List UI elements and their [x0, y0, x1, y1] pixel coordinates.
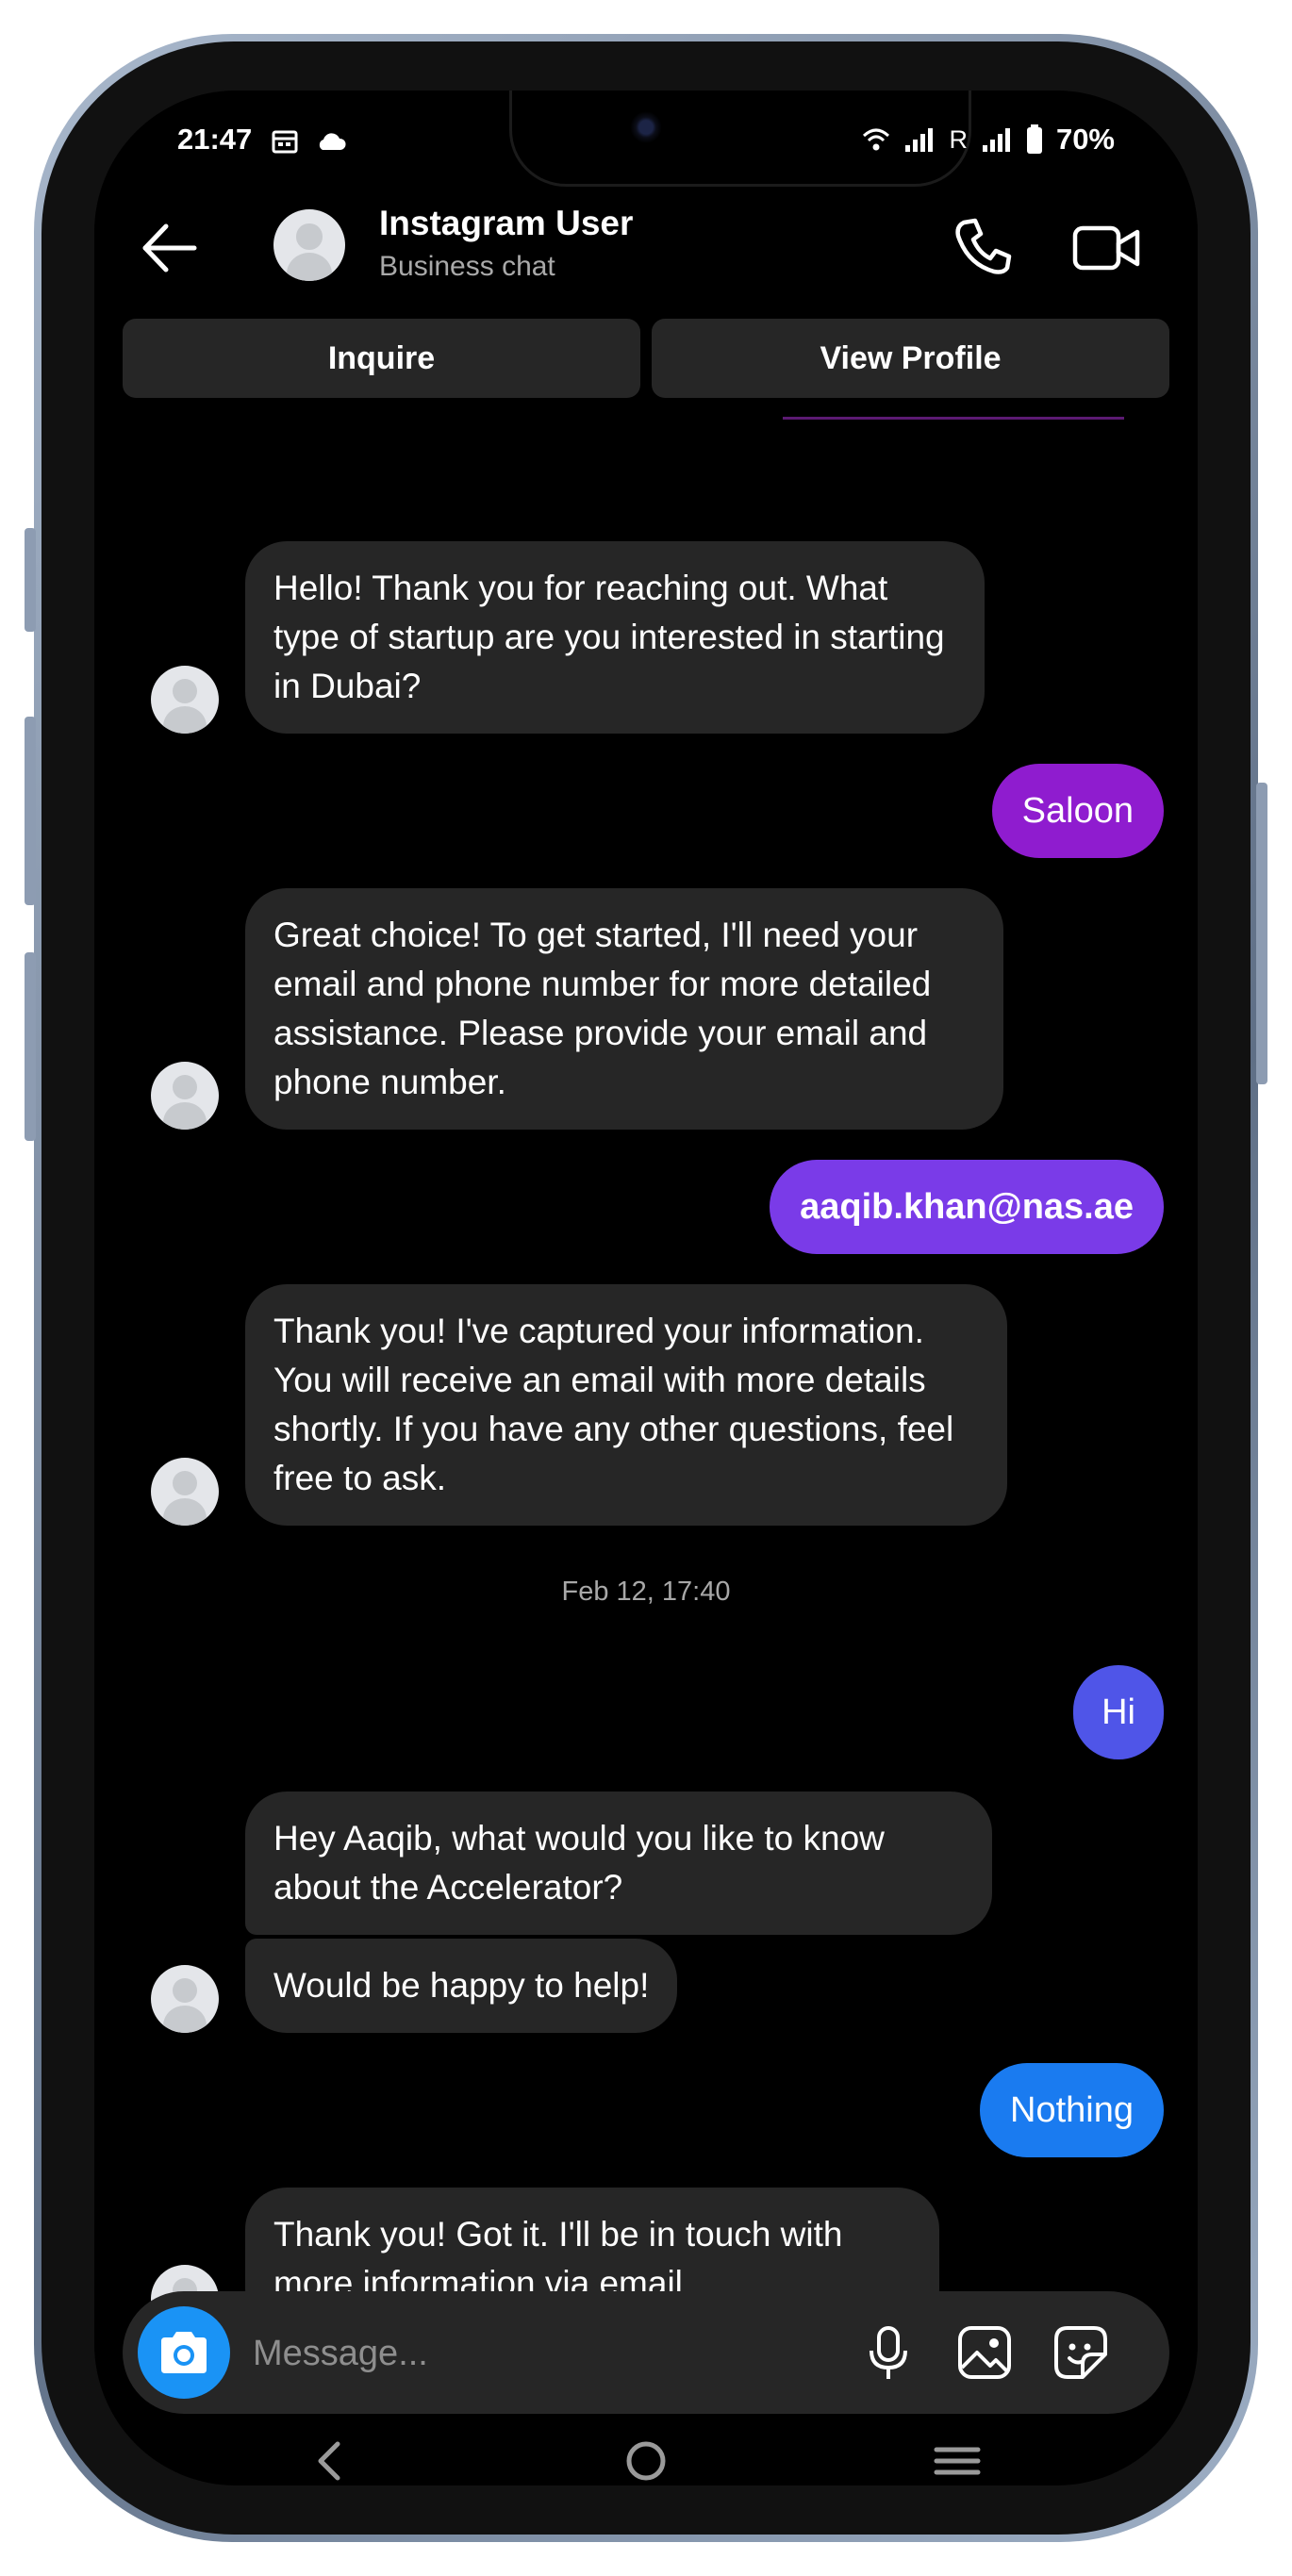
- status-bar: 21:47 R 70%: [94, 123, 1198, 170]
- message-text: aaqib.khan@nas.ae: [800, 1187, 1134, 1227]
- camera-icon: [161, 2332, 207, 2373]
- incoming-message[interactable]: Would be happy to help!: [245, 1939, 678, 2033]
- battery-percentage: 70%: [1055, 123, 1115, 156]
- battery-icon: [1026, 124, 1042, 154]
- sender-avatar[interactable]: [151, 1458, 219, 1526]
- status-left-icons: [272, 124, 347, 155]
- nav-back-icon[interactable]: [302, 2433, 358, 2485]
- wifi-icon: [863, 128, 890, 151]
- back-arrow-icon[interactable]: [136, 215, 202, 281]
- view-profile-button[interactable]: View Profile: [652, 319, 1169, 398]
- roaming-indicator: R: [949, 124, 968, 154]
- message-input[interactable]: [251, 2320, 802, 2387]
- message-text: Hi: [1102, 1693, 1135, 1732]
- status-time: 21:47: [177, 123, 253, 156]
- scroll-edge-line: [783, 417, 1124, 420]
- contact-subtitle: Business chat: [379, 251, 555, 282]
- nav-recents-icon[interactable]: [929, 2433, 986, 2485]
- message-text: Hello! Thank you for reaching out. What …: [273, 569, 945, 705]
- phone-side-button: [25, 717, 36, 905]
- nav-home-icon[interactable]: [618, 2433, 674, 2485]
- signal-icon: [982, 128, 1010, 152]
- phone-call-icon[interactable]: [951, 213, 1017, 279]
- date-separator: Feb 12, 17:40: [561, 1577, 731, 1607]
- outgoing-message[interactable]: Saloon: [991, 764, 1164, 858]
- cloud-icon: [319, 133, 346, 150]
- gallery-icon[interactable]: [954, 2322, 1015, 2383]
- phone-power-button: [1256, 783, 1267, 1084]
- status-right-icons: R 70%: [862, 123, 1115, 157]
- microphone-icon[interactable]: [858, 2322, 919, 2383]
- inquire-button[interactable]: Inquire: [123, 319, 640, 398]
- incoming-message[interactable]: Hey Aaqib, what would you like to know a…: [245, 1792, 992, 1935]
- sender-avatar[interactable]: [151, 1062, 219, 1130]
- sender-avatar[interactable]: [151, 666, 219, 734]
- phone-side-button: [25, 528, 36, 632]
- phone-side-button: [25, 952, 36, 1141]
- message-text: Saloon: [1021, 791, 1134, 831]
- business-actions: Inquire View Profile: [123, 319, 1169, 398]
- outgoing-message[interactable]: Hi: [1073, 1665, 1164, 1759]
- phone-screen: 21:47 R 70% Instagram User Business chat…: [94, 91, 1198, 2485]
- message-composer: [123, 2291, 1169, 2414]
- incoming-message[interactable]: Hello! Thank you for reaching out. What …: [245, 541, 985, 734]
- system-navigation-bar: [94, 2433, 1198, 2485]
- camera-button[interactable]: [138, 2306, 230, 2399]
- video-call-icon[interactable]: [1071, 215, 1141, 281]
- message-text: Nothing: [1010, 2090, 1134, 2130]
- chat-header: Instagram User Business chat: [94, 194, 1198, 307]
- sender-avatar[interactable]: [151, 1965, 219, 2033]
- signal-icon: [905, 128, 934, 152]
- sticker-icon[interactable]: [1051, 2322, 1111, 2383]
- message-text: Great choice! To get started, I'll need …: [273, 916, 932, 1101]
- contact-name[interactable]: Instagram User: [379, 204, 633, 243]
- message-text: Would be happy to help!: [273, 1966, 650, 2005]
- outgoing-message[interactable]: aaqib.khan@nas.ae: [770, 1160, 1164, 1254]
- contact-avatar[interactable]: [273, 209, 345, 281]
- message-text: Thank you! I've captured your informatio…: [273, 1312, 954, 1497]
- incoming-message[interactable]: Great choice! To get started, I'll need …: [245, 888, 1003, 1130]
- message-text: Thank you! Got it. I'll be in touch with…: [273, 2215, 843, 2303]
- outgoing-message[interactable]: Nothing: [980, 2063, 1164, 2157]
- message-text: Hey Aaqib, what would you like to know a…: [273, 1819, 885, 1907]
- incoming-message[interactable]: Thank you! I've captured your informatio…: [245, 1284, 1007, 1526]
- calendar-icon: [272, 130, 298, 154]
